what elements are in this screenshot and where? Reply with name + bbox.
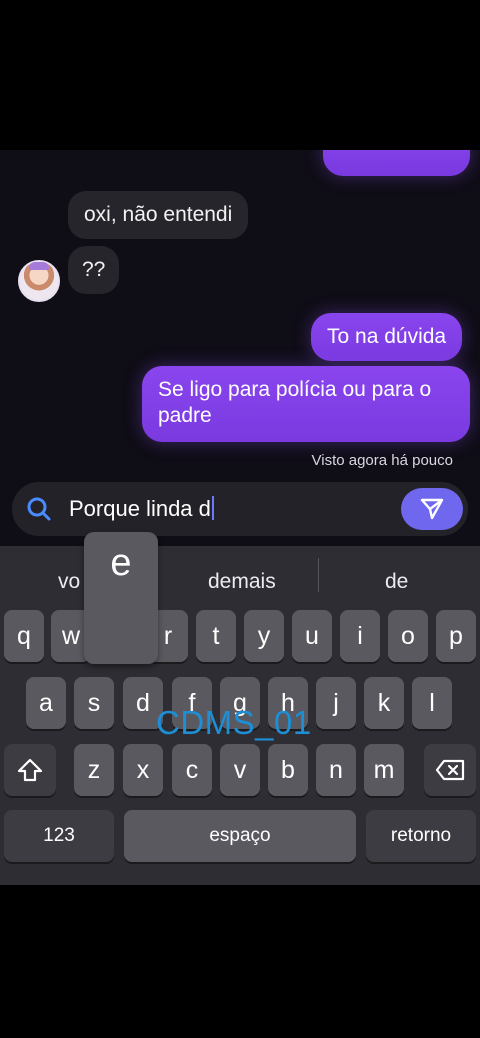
shift-icon: [17, 758, 43, 782]
key-b[interactable]: b: [268, 744, 308, 796]
incoming-message[interactable]: ??: [68, 246, 120, 294]
key-t[interactable]: t: [196, 610, 236, 662]
key-a[interactable]: a: [26, 677, 66, 729]
chat-screen: oxi, não entendi ?? To na dúvida Se ligo…: [0, 150, 480, 885]
previous-outgoing-bubble: [323, 150, 470, 176]
message-text: oxi, não entendi: [84, 203, 233, 226]
key-y[interactable]: y: [244, 610, 284, 662]
backspace-icon: [435, 759, 465, 781]
key-v[interactable]: v: [220, 744, 260, 796]
keyboard: vo demais de q w r t y u i o p e a s d f…: [0, 532, 480, 885]
key-i[interactable]: i: [340, 610, 380, 662]
key-j[interactable]: j: [316, 677, 356, 729]
text-caret: [211, 496, 214, 520]
seen-status: Visto agora há pouco: [311, 452, 454, 469]
watermark: CDMS_01: [156, 704, 312, 741]
message-text-line: Se ligo para polícia ou para o: [158, 378, 432, 401]
key-o[interactable]: o: [388, 610, 428, 662]
key-k[interactable]: k: [364, 677, 404, 729]
message-text: ??: [82, 258, 106, 281]
key-n[interactable]: n: [316, 744, 356, 796]
outgoing-message[interactable]: To na dúvida: [311, 313, 463, 361]
key-e-popup-label: e: [110, 542, 132, 584]
key-m[interactable]: m: [364, 744, 404, 796]
return-key[interactable]: retorno: [366, 810, 476, 862]
suggestion-2[interactable]: demais: [208, 570, 276, 594]
key-c[interactable]: c: [172, 744, 212, 796]
suggestion-1[interactable]: vo: [58, 570, 80, 594]
numbers-key[interactable]: 123: [4, 810, 114, 862]
key-z[interactable]: z: [74, 744, 114, 796]
key-l[interactable]: l: [412, 677, 452, 729]
suggestion-3[interactable]: de: [385, 570, 408, 594]
outgoing-message[interactable]: Se ligo para polícia ou para o padre: [142, 366, 470, 442]
suggestion-divider: [318, 558, 319, 592]
send-icon: [420, 498, 444, 520]
shift-key[interactable]: [4, 744, 56, 796]
key-p[interactable]: p: [436, 610, 476, 662]
message-input-text: Porque linda d: [69, 496, 211, 521]
avatar[interactable]: [18, 260, 60, 302]
message-composer[interactable]: Porque linda d: [12, 482, 468, 536]
key-x[interactable]: x: [123, 744, 163, 796]
backspace-key[interactable]: [424, 744, 476, 796]
key-q[interactable]: q: [4, 610, 44, 662]
space-key[interactable]: espaço: [124, 810, 356, 862]
key-e-popup[interactable]: e: [84, 532, 158, 664]
message-text: To na dúvida: [327, 325, 447, 348]
key-u[interactable]: u: [292, 610, 332, 662]
message-text-line: padre: [158, 404, 212, 427]
incoming-message[interactable]: oxi, não entendi: [68, 191, 249, 239]
send-button[interactable]: [401, 488, 463, 530]
message-input[interactable]: Porque linda d: [69, 496, 214, 522]
search-icon[interactable]: [26, 496, 52, 522]
key-s[interactable]: s: [74, 677, 114, 729]
